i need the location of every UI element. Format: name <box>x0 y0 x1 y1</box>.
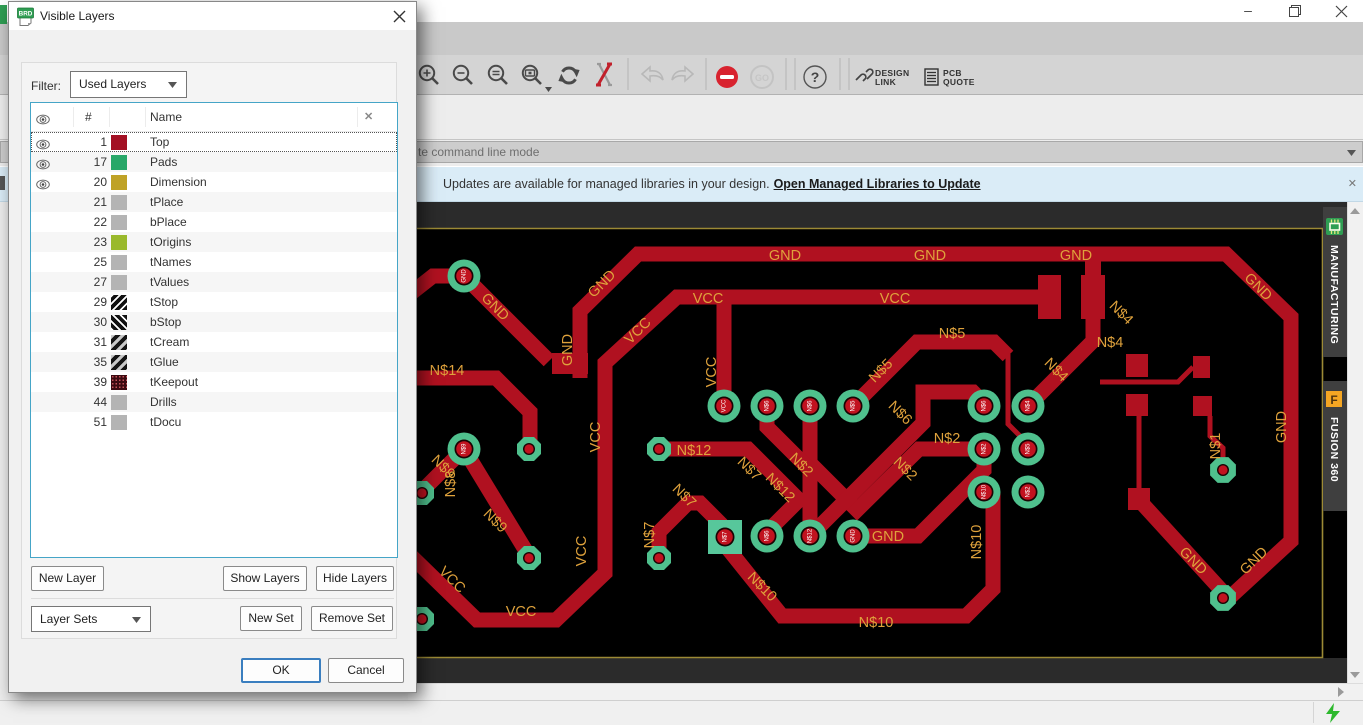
svg-text:GND: GND <box>872 529 904 545</box>
svg-text:N$5: N$5 <box>1026 443 1032 455</box>
svg-text:GO: GO <box>755 73 769 83</box>
svg-text:GND: GND <box>914 248 946 264</box>
svg-text:N$6: N$6 <box>982 400 988 412</box>
svg-text:GND: GND <box>851 529 857 543</box>
svg-text:N$5: N$5 <box>851 400 857 412</box>
svg-text:N$10: N$10 <box>859 615 894 631</box>
svg-text:N$6: N$6 <box>765 530 771 542</box>
svg-text:VCC: VCC <box>574 536 590 567</box>
svg-text:N$8: N$8 <box>443 471 459 498</box>
svg-text:GND: GND <box>1060 248 1092 264</box>
svg-text:N$4: N$4 <box>1026 400 1032 412</box>
svg-text:N$4: N$4 <box>1097 335 1124 351</box>
svg-text:N$5: N$5 <box>939 326 966 342</box>
svg-text:N$7: N$7 <box>642 522 658 549</box>
svg-text:N$7: N$7 <box>723 531 729 543</box>
svg-text:GND: GND <box>1274 411 1290 443</box>
svg-text:VCC: VCC <box>506 604 537 620</box>
svg-text:N$10: N$10 <box>969 525 985 560</box>
svg-text:LINK: LINK <box>875 77 897 87</box>
svg-text:N$6: N$6 <box>765 400 771 412</box>
svg-text:QUOTE: QUOTE <box>943 77 975 87</box>
svg-text:N$2: N$2 <box>1026 486 1032 498</box>
svg-text:VCC: VCC <box>722 399 728 412</box>
svg-text:VCC: VCC <box>693 291 724 307</box>
svg-text:GND: GND <box>769 248 801 264</box>
svg-text:BRD: BRD <box>19 11 33 18</box>
svg-text:N$12: N$12 <box>808 528 814 543</box>
svg-text:GND: GND <box>560 334 576 366</box>
svg-text:VCC: VCC <box>880 291 911 307</box>
svg-text:VCC: VCC <box>704 357 720 388</box>
svg-text:FUSION 360: FUSION 360 <box>1328 417 1340 482</box>
svg-text:N$14: N$14 <box>430 363 465 379</box>
svg-text:N$6: N$6 <box>808 400 814 412</box>
svg-text:N$1: N$1 <box>1208 433 1224 460</box>
svg-text:N$10: N$10 <box>982 484 988 499</box>
svg-text:N$9: N$9 <box>462 443 468 455</box>
svg-text:N$2: N$2 <box>982 443 988 455</box>
svg-text:GND: GND <box>462 269 468 283</box>
svg-text:N$2: N$2 <box>934 431 961 447</box>
svg-text:?: ? <box>811 69 820 85</box>
svg-text:F: F <box>1330 393 1337 407</box>
svg-text:VCC: VCC <box>588 422 604 453</box>
svg-text:N$12: N$12 <box>677 443 712 459</box>
svg-text:MANUFACTURING: MANUFACTURING <box>1328 245 1340 344</box>
